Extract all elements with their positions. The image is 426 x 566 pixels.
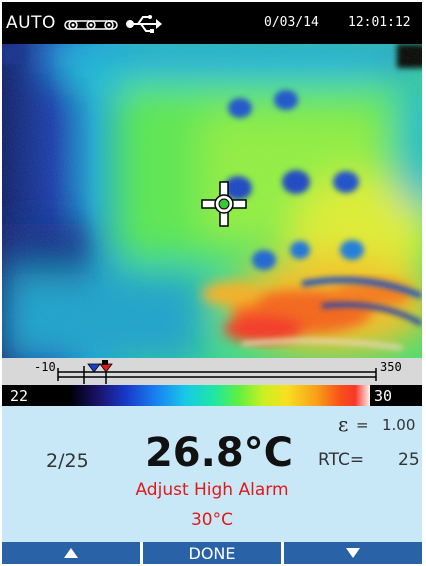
- usb-icon: [126, 15, 162, 33]
- thermal-image: [2, 44, 422, 360]
- mode-label: AUTO: [6, 13, 56, 33]
- status-bar: AUTO 0/03/14 12:01:12: [2, 2, 422, 44]
- down-arrow-icon: [346, 548, 360, 558]
- date-label: 0/03/14: [264, 15, 319, 30]
- device-screen: AUTO 0/03/14 12:01:12 -10 350 22 30 2/25…: [2, 2, 422, 564]
- time-label: 12:01:12: [348, 15, 411, 30]
- down-button[interactable]: [284, 542, 422, 564]
- range-track: [57, 360, 377, 384]
- palette-bar: [72, 385, 370, 406]
- alarm-title: Adjust High Alarm: [135, 480, 289, 500]
- low-alarm-marker-icon: [87, 363, 101, 373]
- done-button[interactable]: DONE: [143, 542, 284, 564]
- emissivity-symbol: ε: [338, 412, 349, 436]
- span-low-value: 22: [2, 385, 72, 406]
- rtc-label: RTC=: [318, 450, 365, 470]
- span-high-value: 30: [370, 385, 422, 406]
- softkey-bar: DONE: [2, 542, 422, 564]
- temperature-scale: -10 350 22 30: [2, 358, 422, 406]
- up-button[interactable]: [2, 542, 143, 564]
- sd-card-icon: [64, 20, 118, 30]
- info-panel: 2/25 26.8°C ε = 1.00 RTC= 25 Adjust High…: [2, 406, 422, 542]
- alarm-value: 30°C: [190, 510, 233, 530]
- rtc-value: 25: [398, 450, 420, 470]
- emissivity-value: 1.00: [382, 416, 416, 434]
- high-alarm-marker-icon: [99, 363, 113, 373]
- up-arrow-icon: [64, 548, 78, 558]
- emissivity-equals: =: [356, 416, 369, 434]
